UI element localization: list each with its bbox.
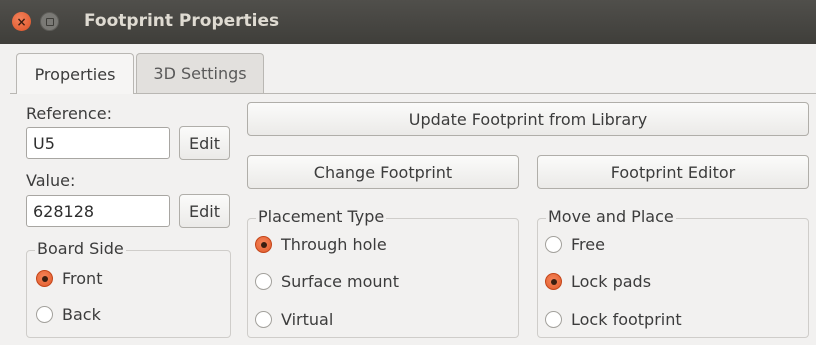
update-footprint-button[interactable]: Update Footprint from Library: [247, 102, 809, 136]
radio-selected-icon: [36, 270, 53, 287]
value-label: Value:: [26, 171, 76, 190]
change-footprint-button[interactable]: Change Footprint: [247, 155, 519, 189]
footprint-editor-button[interactable]: Footprint Editor: [537, 155, 809, 189]
reference-field[interactable]: U5: [26, 127, 170, 159]
radio-free-label: Free: [571, 235, 605, 254]
window-title: Footprint Properties: [84, 11, 280, 31]
radio-front-label: Front: [62, 269, 103, 288]
radio-free[interactable]: Free: [545, 235, 605, 254]
radio-unselected-icon: [255, 311, 272, 328]
radio-surface-mount[interactable]: Surface mount: [255, 272, 399, 291]
board-side-group: Board Side: [26, 239, 231, 338]
close-window-button[interactable]: ×: [12, 12, 31, 31]
radio-lock-footprint[interactable]: Lock footprint: [545, 310, 682, 329]
radio-unselected-icon: [545, 236, 562, 253]
close-icon: ×: [16, 14, 27, 29]
radio-back-label: Back: [62, 305, 101, 324]
tab-3d-settings[interactable]: 3D Settings: [136, 53, 264, 93]
radio-surface-mount-label: Surface mount: [281, 272, 399, 291]
value-field[interactable]: 628128: [26, 195, 170, 227]
title-bar: × Footprint Properties: [0, 0, 816, 44]
tab-properties[interactable]: Properties: [16, 53, 134, 94]
placement-type-title: Placement Type: [256, 207, 387, 226]
radio-selected-icon: [255, 236, 272, 253]
radio-lock-pads[interactable]: Lock pads: [545, 272, 651, 291]
reference-edit-button[interactable]: Edit: [179, 126, 230, 160]
radio-through-hole[interactable]: Through hole: [255, 235, 387, 254]
radio-unselected-icon: [545, 311, 562, 328]
radio-virtual-label: Virtual: [281, 310, 334, 329]
radio-back[interactable]: Back: [36, 305, 101, 324]
radio-unselected-icon: [36, 306, 53, 323]
move-and-place-title: Move and Place: [546, 207, 676, 226]
radio-lock-footprint-label: Lock footprint: [571, 310, 682, 329]
board-side-title: Board Side: [35, 239, 126, 258]
radio-front[interactable]: Front: [36, 269, 102, 288]
value-edit-button[interactable]: Edit: [179, 194, 230, 228]
radio-lock-pads-label: Lock pads: [571, 272, 652, 291]
radio-unselected-icon: [255, 273, 272, 290]
minimize-window-button[interactable]: [40, 12, 59, 31]
radio-selected-icon: [545, 273, 562, 290]
radio-virtual[interactable]: Virtual: [255, 310, 333, 329]
radio-through-hole-label: Through hole: [281, 235, 387, 254]
reference-label: Reference:: [26, 104, 112, 123]
